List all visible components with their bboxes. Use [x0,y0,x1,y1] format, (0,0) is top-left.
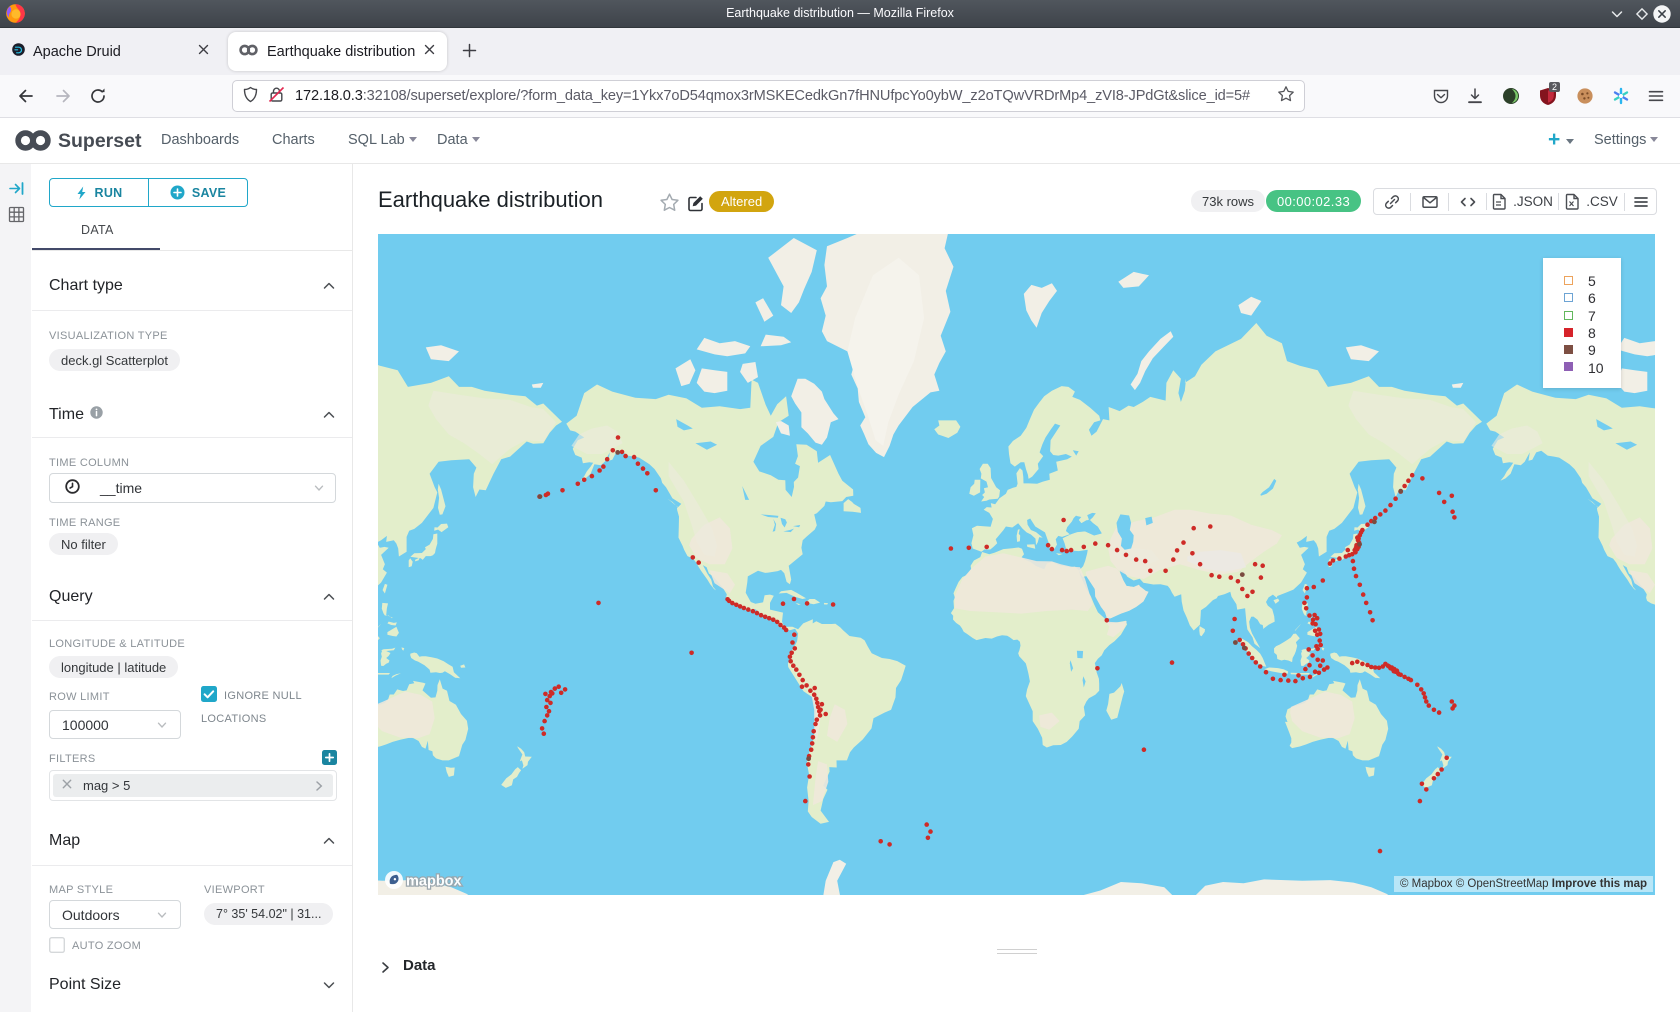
svg-text:mapbox: mapbox [406,874,462,890]
